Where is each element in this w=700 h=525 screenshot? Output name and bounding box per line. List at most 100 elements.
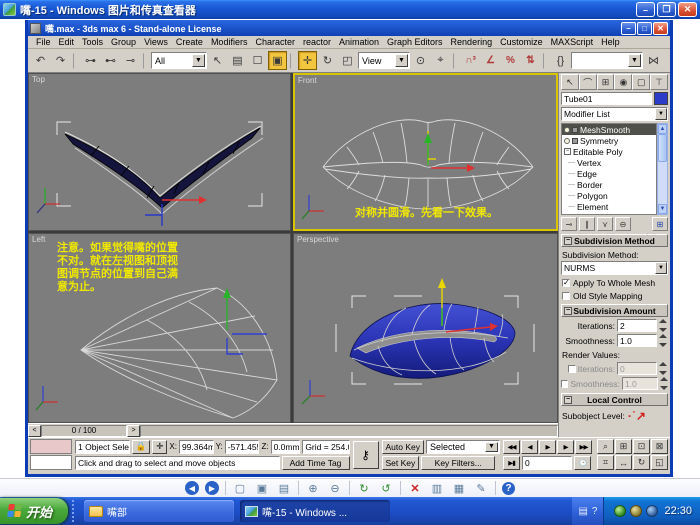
- absolute-offset-icon[interactable]: ✛: [152, 440, 167, 454]
- separator[interactable]: [225, 481, 226, 495]
- select-rotate-icon[interactable]: ↻: [318, 51, 337, 70]
- key-icon[interactable]: ⚷: [353, 441, 379, 469]
- make-unique-icon[interactable]: ⋎: [597, 217, 613, 231]
- viewport-perspective[interactable]: Perspective: [293, 233, 558, 423]
- separator[interactable]: [349, 481, 350, 495]
- menu-item[interactable]: Views: [140, 37, 172, 47]
- menu-item[interactable]: Animation: [335, 37, 383, 47]
- subdivision-method-dropdown[interactable]: NURMS ▼: [561, 261, 668, 275]
- snap-3d-icon[interactable]: ∩³: [461, 51, 480, 70]
- percent-snap-icon[interactable]: %: [501, 51, 520, 70]
- go-to-start-icon[interactable]: ◀◀: [503, 440, 520, 454]
- zoom-in-icon[interactable]: ⊕: [305, 480, 321, 496]
- zoom-icon[interactable]: ⌕: [597, 439, 614, 454]
- angle-snap-icon[interactable]: ∠: [481, 51, 500, 70]
- separator[interactable]: [453, 53, 458, 69]
- best-fit-icon[interactable]: ▢: [232, 480, 248, 496]
- y-coordinate-field[interactable]: -571.455mm: [225, 440, 260, 454]
- rotate-cw-icon[interactable]: ↻: [356, 480, 372, 496]
- start-button[interactable]: 开始: [0, 498, 68, 524]
- save-icon[interactable]: ▦: [451, 480, 467, 496]
- chevron-down-icon[interactable]: ▼: [485, 442, 498, 452]
- task-button-viewer[interactable]: 嘴-15 - Windows ...: [240, 500, 390, 522]
- separator[interactable]: [400, 481, 401, 495]
- zoom-all-icon[interactable]: ⊞: [615, 439, 632, 454]
- zoom-extents-all-icon[interactable]: ⊠: [651, 439, 668, 454]
- render-smoothness-field[interactable]: 1.0: [622, 377, 658, 390]
- select-scale-icon[interactable]: ◰: [338, 51, 357, 70]
- min-max-toggle-icon[interactable]: ◱: [651, 455, 668, 470]
- modifier-stack-item[interactable]: − MeshSmooth: [562, 124, 656, 135]
- spinner-control[interactable]: [660, 377, 668, 390]
- old-style-mapping-checkbox[interactable]: [562, 292, 570, 300]
- menu-item[interactable]: Modifiers: [207, 37, 252, 47]
- select-object-icon[interactable]: ↖: [208, 51, 227, 70]
- configure-modifier-sets-icon[interactable]: ⊞: [652, 217, 668, 231]
- tray-app-icon[interactable]: [630, 505, 642, 517]
- render-iterations-checkbox[interactable]: [568, 365, 576, 373]
- use-pivot-center-icon[interactable]: ⊙: [411, 51, 430, 70]
- object-color-swatch[interactable]: [654, 92, 668, 105]
- named-selection-icon[interactable]: {}: [551, 51, 570, 70]
- separator[interactable]: [143, 53, 148, 69]
- redo-icon[interactable]: ↷: [51, 51, 70, 70]
- maxscript-mini-listener[interactable]: [30, 439, 72, 470]
- slideshow-icon[interactable]: ▤: [276, 480, 292, 496]
- viewport-left[interactable]: Left: [28, 233, 291, 423]
- iterations-field[interactable]: 2: [617, 319, 657, 332]
- time-slider-track[interactable]: [140, 425, 558, 437]
- macro-recorder-line[interactable]: [30, 439, 72, 454]
- next-image-icon[interactable]: ▶: [205, 481, 219, 495]
- separator[interactable]: [298, 481, 299, 495]
- time-config-icon[interactable]: 🕒: [574, 456, 591, 470]
- play-icon[interactable]: ▶: [539, 440, 556, 454]
- bind-spacewarp-icon[interactable]: ⊸: [121, 51, 140, 70]
- minimize-button[interactable]: –: [636, 2, 655, 17]
- named-selection-dropdown[interactable]: ▼: [571, 52, 643, 69]
- viewport-label[interactable]: Top: [32, 75, 45, 84]
- select-by-name-icon[interactable]: ▤: [228, 51, 247, 70]
- help-icon[interactable]: ?: [592, 506, 598, 517]
- render-iterations-field[interactable]: 0: [617, 362, 657, 375]
- max-minimize-button[interactable]: –: [621, 22, 636, 35]
- zoom-out-icon[interactable]: ⊖: [327, 480, 343, 496]
- pin-stack-icon[interactable]: ⊸: [561, 217, 577, 231]
- prev-frame-icon[interactable]: ◀: [521, 440, 538, 454]
- modifier-stack-item[interactable]: − Vertex: [562, 157, 656, 168]
- modifier-list-dropdown[interactable]: Modifier List ▼: [561, 107, 668, 121]
- modifier-stack-item[interactable]: − Editable Poly: [562, 146, 656, 157]
- menu-item[interactable]: File: [32, 37, 55, 47]
- menu-item[interactable]: Character: [251, 37, 299, 47]
- next-frame-icon[interactable]: ▶: [557, 440, 574, 454]
- region-zoom-icon[interactable]: ⌗: [597, 455, 614, 470]
- selection-lock-icon[interactable]: 🔒: [132, 440, 151, 454]
- tab-motion[interactable]: ◉: [614, 74, 632, 90]
- prev-frame-button[interactable]: <: [28, 425, 41, 437]
- apply-whole-mesh-checkbox[interactable]: [562, 279, 570, 287]
- modifier-stack-item[interactable]: − Symmetry: [562, 135, 656, 146]
- close-button[interactable]: ✕: [678, 2, 697, 17]
- separator[interactable]: [73, 53, 78, 69]
- restore-button[interactable]: ❐: [657, 2, 676, 17]
- zoom-extents-icon[interactable]: ⊡: [633, 439, 650, 454]
- tab-create[interactable]: ↖: [561, 74, 579, 90]
- modifier-stack-item[interactable]: − Element: [562, 201, 656, 212]
- modifier-stack-item[interactable]: − Border: [562, 179, 656, 190]
- tray-network-icon[interactable]: [646, 505, 658, 517]
- spinner-control[interactable]: [659, 334, 668, 347]
- visibility-bulb-icon[interactable]: [564, 127, 570, 133]
- menu-item[interactable]: Group: [107, 37, 140, 47]
- menu-item[interactable]: Tools: [78, 37, 107, 47]
- current-time-field[interactable]: 0: [522, 456, 572, 470]
- visibility-bulb-icon[interactable]: [564, 138, 570, 144]
- rect-selection-region-icon[interactable]: ☐: [248, 51, 267, 70]
- chevron-down-icon[interactable]: ▼: [655, 262, 667, 274]
- undo-icon[interactable]: ↶: [31, 51, 50, 70]
- spinner-snap-icon[interactable]: ⇅: [521, 51, 540, 70]
- chevron-down-icon[interactable]: ▼: [192, 54, 205, 67]
- collapse-icon[interactable]: −: [564, 396, 572, 404]
- scroll-down-icon[interactable]: ▼: [658, 204, 667, 214]
- separator[interactable]: [495, 481, 496, 495]
- viewport-label[interactable]: Left: [32, 235, 45, 244]
- chevron-down-icon[interactable]: ▼: [655, 108, 667, 120]
